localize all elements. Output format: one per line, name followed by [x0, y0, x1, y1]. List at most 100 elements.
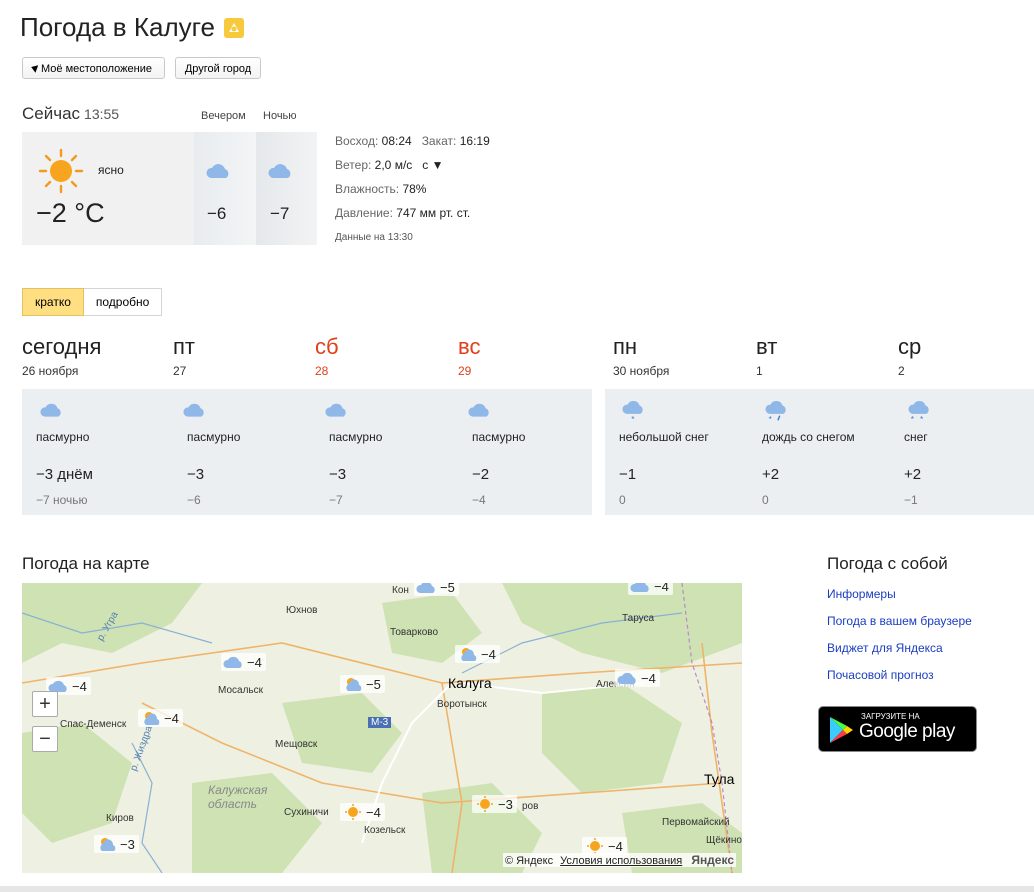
current-weather-panel: ясно −2 °C −6 −7: [22, 132, 317, 245]
link-hourly-forecast[interactable]: Почасовой прогноз: [827, 668, 934, 682]
map-brand-logo: Яндекс: [691, 853, 734, 867]
map-weather-temp: −4: [366, 804, 381, 820]
map-weather-temp: −4: [641, 670, 656, 686]
forecast-condition: дождь со снегом: [762, 430, 855, 444]
copyright-text: © Яндекс: [504, 855, 554, 867]
zoom-in-button[interactable]: +: [32, 691, 58, 717]
cloud-icon: [268, 164, 291, 178]
light-snow-icon: *: [622, 400, 643, 424]
map-weather-temp: −4: [608, 838, 623, 854]
sunrise-value: 08:24: [381, 134, 412, 148]
forecast-day-name: вс: [458, 334, 481, 359]
forecast-condition: снег: [904, 430, 928, 444]
current-condition: ясно: [98, 163, 124, 177]
forecast-condition: небольшой снег: [619, 430, 709, 444]
map-weather-marker[interactable]: −3: [94, 835, 139, 853]
forecast-day-temp: −3: [187, 466, 205, 483]
map-place-label: М-3: [368, 717, 392, 728]
humidity-label: Влажность:: [335, 182, 400, 196]
pressure-info: Давление: 747 мм рт. ст.: [335, 206, 470, 220]
map-city-label: Калуга: [448, 675, 492, 691]
forecast-condition: пасмурно: [36, 430, 90, 444]
sunset-label: Закат:: [421, 134, 457, 148]
partly-cloudy-icon: [100, 838, 116, 851]
forecast-day-temp: −2: [472, 466, 490, 483]
forecast-day-name: сб: [315, 334, 339, 359]
forecast-night-temp: 0: [619, 493, 626, 507]
wind-info: Ветер: 2,0 м/с с ▼: [335, 158, 444, 172]
forecast-day-date: 27: [173, 364, 187, 378]
forecast-day-date: 28: [315, 364, 329, 378]
snow-icon: * *: [908, 400, 929, 424]
page-title: Погода в Калуге: [20, 12, 215, 42]
forecast-day-temp: +2: [904, 466, 922, 483]
map-weather-temp: −4: [72, 678, 87, 694]
cloud-icon: [630, 583, 649, 592]
map-weather-marker[interactable]: −4: [138, 709, 183, 727]
now-label: Сейчас 13:55: [22, 104, 119, 124]
forecast-night-temp: −7 ночью: [36, 493, 88, 507]
zoom-out-button[interactable]: −: [32, 726, 58, 752]
link-informers[interactable]: Информеры: [827, 587, 896, 601]
svg-text:*: *: [911, 414, 915, 424]
map-weather-marker[interactable]: −3: [472, 795, 517, 813]
now-time: 13:55: [84, 106, 120, 122]
weather-map[interactable]: Кон Юхнов Товарково Таруса Мосальск Воротынск…: [22, 583, 742, 873]
map-weather-marker[interactable]: −5: [340, 675, 385, 693]
forecast-day-name: сегодня: [22, 334, 102, 359]
rain-snow-icon: *: [765, 400, 786, 424]
map-weather-marker[interactable]: −4: [455, 645, 500, 663]
forecast-day-date: 1: [756, 364, 763, 378]
google-play-small-text: ЗАГРУЗИТЕ НА: [861, 712, 920, 721]
night-label: Ночью: [263, 110, 297, 122]
night-temperature: −7: [270, 204, 290, 223]
terms-link[interactable]: Условия использования: [560, 855, 682, 867]
tab-brief[interactable]: кратко: [22, 288, 84, 316]
now-text: Сейчас: [22, 104, 81, 123]
side-title: Погода с собой: [827, 554, 948, 573]
current-temperature: −2 °C: [36, 198, 105, 228]
bottom-divider: [0, 886, 1034, 892]
cloud-icon: [183, 403, 204, 417]
map-place-label: Щёкино: [706, 835, 742, 846]
google-play-icon: [830, 717, 853, 743]
forecast-panel-week1: [22, 389, 592, 515]
wind-label: Ветер:: [335, 158, 372, 172]
forecast-day-date: 30 ноября: [613, 364, 670, 378]
other-city-button[interactable]: Другой город: [175, 57, 261, 79]
cloud-icon: [223, 656, 242, 668]
partly-cloudy-icon: [346, 678, 362, 691]
link-browser-weather[interactable]: Погода в вашем браузере: [827, 614, 972, 628]
map-place-label: Спас-Деменск: [60, 719, 127, 730]
svg-text:*: *: [631, 414, 635, 424]
map-weather-temp: −4: [164, 710, 179, 726]
google-play-badge[interactable]: ЗАГРУЗИТЕ НА Google play: [818, 706, 977, 752]
my-location-button[interactable]: Моё местоположение: [22, 57, 165, 79]
link-yandex-widget[interactable]: Виджет для Яндекса: [827, 641, 943, 655]
pressure-value: 747 мм рт. ст.: [396, 206, 471, 220]
map-place-label: Таруса: [622, 613, 655, 624]
map-weather-temp: −4: [481, 646, 496, 662]
map-place-label: Юхнов: [286, 605, 318, 616]
sun-times: Восход: 08:24 Закат: 16:19: [335, 134, 490, 148]
forecast-night-temp: −1: [904, 493, 918, 507]
map-place-label: Мосальск: [218, 685, 263, 696]
yandex-share-icon[interactable]: [223, 17, 245, 39]
map-weather-marker[interactable]: −4: [221, 653, 266, 671]
svg-text:*: *: [769, 414, 773, 424]
map-weather-marker[interactable]: −4: [340, 803, 385, 821]
map-place-label: Товарково: [390, 627, 439, 638]
map-weather-marker[interactable]: −4: [628, 583, 673, 595]
evening-label: Вечером: [201, 110, 246, 122]
tab-detailed[interactable]: подробно: [83, 288, 163, 316]
forecast-night-temp: −4: [472, 493, 486, 507]
my-location-label: Моё местоположение: [41, 63, 152, 75]
google-play-text: Google play: [859, 721, 955, 742]
map-weather-marker[interactable]: −5: [414, 583, 459, 596]
forecast-day-date: 29: [458, 364, 472, 378]
map-weather-marker[interactable]: −4: [615, 669, 660, 687]
sun-icon: [345, 804, 361, 820]
forecast-tabs: кратко подробно: [22, 288, 163, 316]
partly-cloudy-icon: [144, 712, 160, 725]
map-title: Погода на карте: [22, 554, 150, 573]
